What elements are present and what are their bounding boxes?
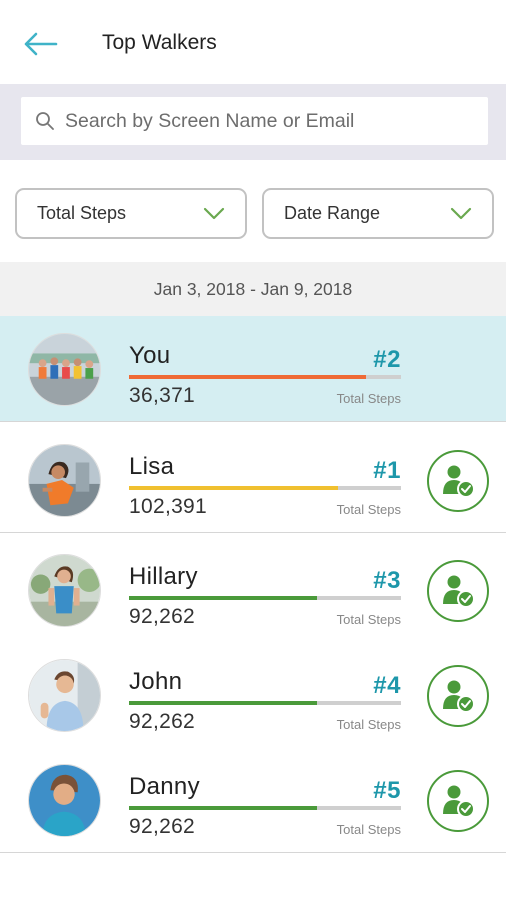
friend-added-button[interactable] bbox=[427, 450, 489, 512]
steps-caption: Total Steps bbox=[336, 717, 401, 732]
avatar bbox=[28, 333, 101, 406]
avatar bbox=[28, 764, 101, 837]
leaderboard-row-lisa[interactable]: Lisa #1 102,391 Total Steps bbox=[0, 427, 506, 533]
leaderboard-row-you[interactable]: You #2 36,371 Total Steps bbox=[0, 316, 506, 422]
leaderboard-row-hillary[interactable]: Hillary #3 92,262 Total Steps bbox=[0, 537, 506, 643]
search-box[interactable] bbox=[21, 97, 488, 145]
steps-caption: Total Steps bbox=[336, 822, 401, 837]
date-range-text: Jan 3, 2018 - Jan 9, 2018 bbox=[153, 278, 353, 299]
date-range-dropdown[interactable]: Date Range bbox=[262, 188, 494, 239]
avatar bbox=[28, 444, 101, 517]
walker-name: Lisa bbox=[129, 453, 175, 480]
avatar bbox=[28, 554, 101, 627]
user-check-icon bbox=[443, 680, 475, 713]
page-title: Top Walkers bbox=[102, 31, 217, 54]
walker-rank: #4 bbox=[373, 672, 401, 699]
friend-added-button[interactable] bbox=[427, 665, 489, 727]
step-count: 102,391 bbox=[129, 495, 208, 518]
progress-bar bbox=[129, 486, 401, 490]
progress-bar-fill bbox=[129, 375, 366, 379]
filter-bar: Total Steps Date Range bbox=[0, 160, 506, 262]
step-count: 92,262 bbox=[129, 710, 196, 733]
steps-caption: Total Steps bbox=[336, 612, 401, 627]
walker-rank: #3 bbox=[373, 567, 401, 594]
user-check-icon bbox=[443, 575, 475, 608]
friend-added-button[interactable] bbox=[427, 770, 489, 832]
walker-name: Hillary bbox=[129, 563, 198, 590]
progress-bar bbox=[129, 596, 401, 600]
arrow-left-icon bbox=[24, 32, 58, 56]
chevron-down-icon bbox=[450, 207, 472, 219]
search-bar bbox=[0, 84, 506, 160]
walker-rank: #1 bbox=[373, 457, 401, 484]
walker-name: John bbox=[129, 668, 183, 695]
leaderboard-row-danny[interactable]: Danny #5 92,262 Total Steps bbox=[0, 747, 506, 853]
user-check-icon bbox=[443, 465, 475, 498]
metric-dropdown[interactable]: Total Steps bbox=[15, 188, 247, 239]
progress-bar bbox=[129, 806, 401, 810]
search-icon bbox=[25, 97, 65, 145]
date-range-dropdown-label: Date Range bbox=[284, 203, 381, 223]
progress-bar bbox=[129, 701, 401, 705]
metric-dropdown-label: Total Steps bbox=[37, 203, 127, 223]
progress-bar-fill bbox=[129, 486, 339, 490]
walker-rank: #5 bbox=[373, 777, 401, 804]
walker-name: You bbox=[129, 342, 171, 369]
progress-bar-fill bbox=[129, 806, 317, 810]
progress-bar-fill bbox=[129, 701, 317, 705]
date-range-banner: Jan 3, 2018 - Jan 9, 2018 bbox=[0, 262, 506, 316]
step-count: 36,371 bbox=[129, 384, 196, 407]
step-count: 92,262 bbox=[129, 605, 196, 628]
walker-name: Danny bbox=[129, 773, 200, 800]
avatar bbox=[28, 659, 101, 732]
back-button[interactable] bbox=[18, 26, 62, 62]
leaderboard-row-john[interactable]: John #4 92,262 Total Steps bbox=[0, 642, 506, 748]
chevron-down-icon bbox=[203, 207, 225, 219]
search-input[interactable] bbox=[65, 99, 488, 143]
step-count: 92,262 bbox=[129, 815, 196, 838]
user-check-icon bbox=[443, 785, 475, 818]
steps-caption: Total Steps bbox=[336, 391, 401, 406]
app-header: Top Walkers bbox=[0, 0, 506, 84]
progress-bar-fill bbox=[129, 596, 317, 600]
progress-bar bbox=[129, 375, 401, 379]
steps-caption: Total Steps bbox=[336, 502, 401, 517]
friend-added-button[interactable] bbox=[427, 560, 489, 622]
walker-rank: #2 bbox=[373, 346, 401, 373]
